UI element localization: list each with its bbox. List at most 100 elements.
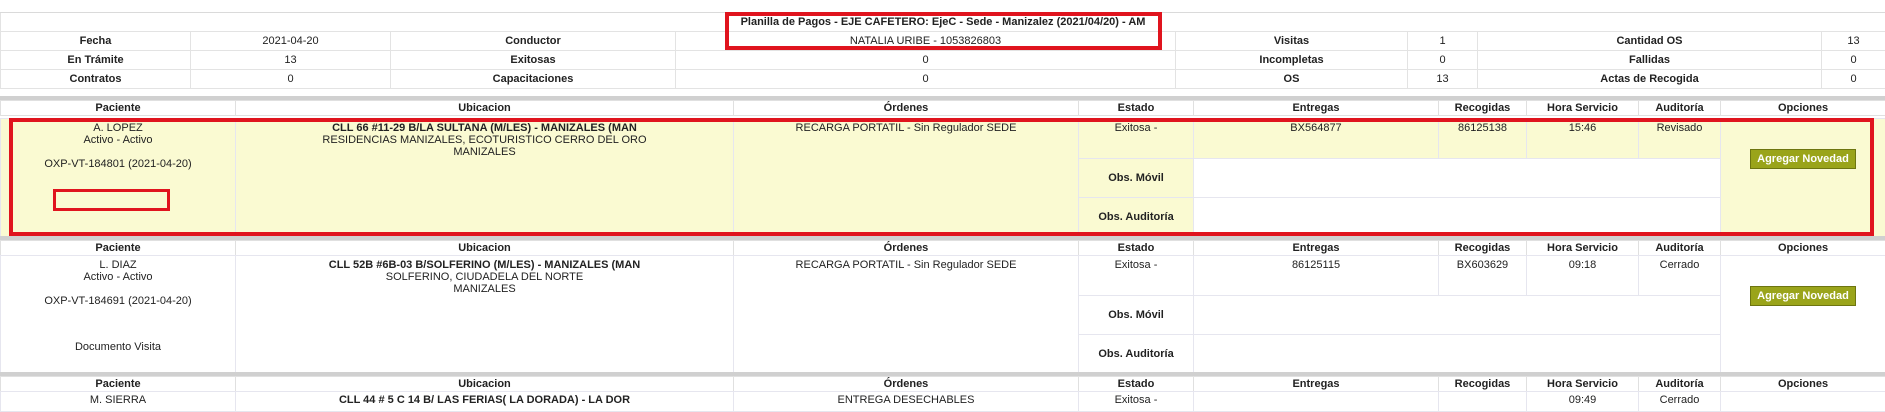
record-header: Paciente Ubicacion Órdenes Estado Entreg… bbox=[0, 372, 1885, 391]
label-contratos: Contratos bbox=[1, 70, 191, 89]
col-hora: Hora Servicio bbox=[1527, 241, 1639, 256]
estado-cell: Exitosa - bbox=[1079, 392, 1194, 412]
address-cell: CLL 52B #6B-03 B/SOLFERINO (M/LES) - MAN… bbox=[236, 256, 734, 374]
patient-cell: L. DIAZ Activo - Activo OXP-VT-184691 (2… bbox=[1, 256, 236, 374]
value-cantidad-os: 13 bbox=[1822, 32, 1885, 51]
col-auditoria: Auditoría bbox=[1639, 101, 1721, 116]
estado-cell: Exitosa - bbox=[1079, 256, 1194, 296]
label-incompletas: Incompletas bbox=[1176, 51, 1408, 70]
label-actas: Actas de Recogida bbox=[1478, 70, 1822, 89]
opciones-cell bbox=[1721, 392, 1885, 412]
order-cell: ENTREGA DESECHABLES bbox=[734, 392, 1079, 412]
col-paciente: Paciente bbox=[1, 241, 236, 256]
label-conductor: Conductor bbox=[391, 32, 676, 51]
col-recogidas: Recogidas bbox=[1439, 101, 1527, 116]
order-cell: RECARGA PORTATIL - Sin Regulador SEDE bbox=[734, 119, 1079, 237]
patient-cell: A. LOPEZ Activo - Activo OXP-VT-184801 (… bbox=[1, 119, 236, 237]
label-fallidas: Fallidas bbox=[1478, 51, 1822, 70]
add-novedad-button[interactable]: Agregar Novedad bbox=[1750, 149, 1856, 169]
estado-cell: Exitosa - bbox=[1079, 119, 1194, 159]
col-estado: Estado bbox=[1079, 377, 1194, 392]
col-auditoria: Auditoría bbox=[1639, 241, 1721, 256]
patient-code: OXP-VT-184801 (2021-04-20) bbox=[1, 158, 235, 170]
col-ordenes: Órdenes bbox=[734, 241, 1079, 256]
address-city: MANIZALES bbox=[236, 146, 733, 158]
col-ordenes: Órdenes bbox=[734, 377, 1079, 392]
auditoria-cell: Cerrado bbox=[1639, 256, 1721, 296]
label-en-tramite: En Trámite bbox=[1, 51, 191, 70]
address-cell: CLL 66 #11-29 B/LA SULTANA (M/LES) - MAN… bbox=[236, 119, 734, 237]
col-auditoria: Auditoría bbox=[1639, 377, 1721, 392]
auditoria-cell: Revisado bbox=[1639, 119, 1721, 159]
entregas-cell: BX564877 bbox=[1194, 119, 1439, 159]
address-reference: RESIDENCIAS MANIZALES, ECOTURISTICO CERR… bbox=[236, 134, 733, 146]
patient-name: A. LOPEZ bbox=[1, 122, 235, 134]
value-os: 13 bbox=[1408, 70, 1478, 89]
col-ubicacion: Ubicacion bbox=[236, 241, 734, 256]
patient-status: Activo - Activo bbox=[1, 134, 235, 146]
col-estado: Estado bbox=[1079, 101, 1194, 116]
page-title: Planilla de Pagos - EJE CAFETERO: EjeC -… bbox=[1, 13, 1885, 32]
col-paciente: Paciente bbox=[1, 377, 236, 392]
hora-cell: 15:46 bbox=[1527, 119, 1639, 159]
patient-code: OXP-VT-184691 (2021-04-20) bbox=[1, 295, 235, 307]
label-cantidad-os: Cantidad OS bbox=[1478, 32, 1822, 51]
col-entregas: Entregas bbox=[1194, 101, 1439, 116]
value-actas: 0 bbox=[1822, 70, 1885, 89]
address-line: CLL 52B #6B-03 B/SOLFERINO (M/LES) - MAN… bbox=[236, 259, 733, 271]
record-header: Paciente Ubicacion Órdenes Estado Entreg… bbox=[0, 96, 1885, 115]
col-hora: Hora Servicio bbox=[1527, 101, 1639, 116]
value-fallidas: 0 bbox=[1822, 51, 1885, 70]
value-capacitaciones: 0 bbox=[676, 70, 1176, 89]
obs-movil-label: Obs. Móvil bbox=[1079, 296, 1194, 335]
record-row: A. LOPEZ Activo - Activo OXP-VT-184801 (… bbox=[0, 118, 1885, 237]
label-fecha: Fecha bbox=[1, 32, 191, 51]
obs-movil-label: Obs. Móvil bbox=[1079, 159, 1194, 198]
col-opciones: Opciones bbox=[1721, 377, 1885, 392]
patient-status: Activo - Activo bbox=[1, 271, 235, 283]
value-contratos: 0 bbox=[191, 70, 391, 89]
patient-name: L. DIAZ bbox=[1, 259, 235, 271]
col-opciones: Opciones bbox=[1721, 101, 1885, 116]
col-ubicacion: Ubicacion bbox=[236, 101, 734, 116]
entregas-cell bbox=[1194, 392, 1439, 412]
summary-row: En Trámite 13 Exitosas 0 Incompletas 0 F… bbox=[1, 51, 1885, 70]
col-recogidas: Recogidas bbox=[1439, 377, 1527, 392]
label-os: OS bbox=[1176, 70, 1408, 89]
summary-row: Fecha 2021-04-20 Conductor NATALIA URIBE… bbox=[1, 32, 1885, 51]
document-link[interactable] bbox=[1, 182, 235, 202]
col-ordenes: Órdenes bbox=[734, 101, 1079, 116]
obs-auditoria-field[interactable] bbox=[1194, 335, 1721, 374]
recogidas-cell bbox=[1439, 392, 1527, 412]
col-ubicacion: Ubicacion bbox=[236, 377, 734, 392]
value-incompletas: 0 bbox=[1408, 51, 1478, 70]
document-link[interactable]: Documento Visita bbox=[1, 341, 235, 353]
col-opciones: Opciones bbox=[1721, 241, 1885, 256]
recogidas-cell: BX603629 bbox=[1439, 256, 1527, 296]
record-row: M. SIERRA CLL 44 # 5 C 14 B/ LAS FERIAS(… bbox=[0, 391, 1885, 412]
col-hora: Hora Servicio bbox=[1527, 377, 1639, 392]
opciones-cell: Agregar Novedad bbox=[1721, 256, 1885, 374]
obs-auditoria-field[interactable] bbox=[1194, 198, 1721, 237]
obs-movil-field[interactable] bbox=[1194, 296, 1721, 335]
value-en-tramite: 13 bbox=[191, 51, 391, 70]
col-estado: Estado bbox=[1079, 241, 1194, 256]
obs-movil-field[interactable] bbox=[1194, 159, 1721, 198]
opciones-cell: Agregar Novedad bbox=[1721, 119, 1885, 237]
auditoria-cell: Cerrado bbox=[1639, 392, 1721, 412]
value-visitas: 1 bbox=[1408, 32, 1478, 51]
add-novedad-button[interactable]: Agregar Novedad bbox=[1750, 286, 1856, 306]
address-line: CLL 44 # 5 C 14 B/ LAS FERIAS( LA DORADA… bbox=[236, 392, 734, 412]
address-reference: SOLFERINO, CIUDADELA DEL NORTE bbox=[236, 271, 733, 283]
summary-table: Planilla de Pagos - EJE CAFETERO: EjeC -… bbox=[0, 12, 1885, 89]
entregas-cell: 86125115 bbox=[1194, 256, 1439, 296]
label-capacitaciones: Capacitaciones bbox=[391, 70, 676, 89]
recogidas-cell: 86125138 bbox=[1439, 119, 1527, 159]
label-visitas: Visitas bbox=[1176, 32, 1408, 51]
value-conductor: NATALIA URIBE - 1053826803 bbox=[676, 32, 1176, 51]
col-entregas: Entregas bbox=[1194, 241, 1439, 256]
value-exitosas: 0 bbox=[676, 51, 1176, 70]
label-exitosas: Exitosas bbox=[391, 51, 676, 70]
address-line: CLL 66 #11-29 B/LA SULTANA (M/LES) - MAN… bbox=[236, 122, 733, 134]
hora-cell: 09:18 bbox=[1527, 256, 1639, 296]
